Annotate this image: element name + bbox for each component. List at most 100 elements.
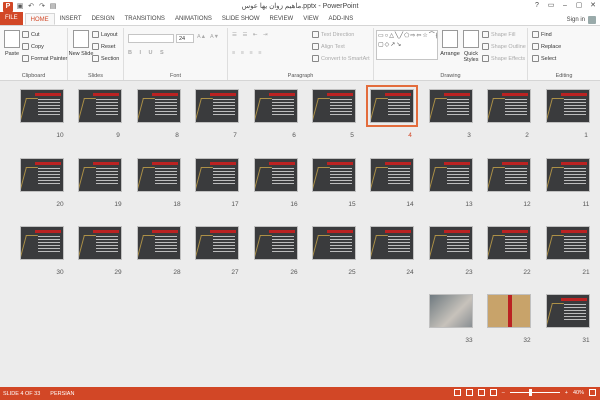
minimize-button[interactable]: –	[558, 0, 572, 12]
select-button[interactable]: Select	[532, 55, 556, 62]
zoom-out-button[interactable]: –	[502, 390, 505, 396]
format-painter-button[interactable]: Format Painter	[22, 55, 67, 62]
font-name-combo[interactable]	[128, 34, 174, 43]
slide-thumbnail-11[interactable]	[546, 158, 590, 192]
slide-thumbnail-12[interactable]	[487, 158, 531, 192]
slide-thumbnail-4[interactable]	[366, 85, 418, 127]
slide-thumbnail-29[interactable]	[78, 226, 122, 260]
slide-thumbnail-17[interactable]	[195, 158, 239, 192]
slide-thumbnail-9[interactable]	[78, 89, 122, 123]
maximize-button[interactable]: ▢	[572, 0, 586, 12]
reading-view-icon[interactable]	[477, 389, 485, 396]
shape-effects-button[interactable]: Shape Effects	[482, 55, 525, 62]
slide-thumbnail-23[interactable]	[429, 226, 473, 260]
slideshow-view-icon[interactable]	[489, 389, 497, 396]
slide-thumbnail-31[interactable]	[546, 294, 590, 328]
copy-button[interactable]: Copy	[22, 43, 44, 50]
slide-thumbnail-18[interactable]	[137, 158, 181, 192]
grow-font-button[interactable]: A▲	[197, 34, 206, 40]
find-button[interactable]: Find	[532, 31, 552, 38]
slide-text-lines	[447, 168, 469, 186]
slide-thumbnail-30[interactable]	[20, 226, 64, 260]
slide-thumbnail-27[interactable]	[195, 226, 239, 260]
slide-thumbnail-33[interactable]	[429, 294, 473, 328]
slide-thumbnail-14[interactable]	[370, 158, 414, 192]
slide-thumbnail-13[interactable]	[429, 158, 473, 192]
new-slide-button[interactable]: New Slide	[69, 30, 93, 57]
slide-thumbnail-5[interactable]	[312, 89, 356, 123]
tab-design[interactable]: DESIGN	[87, 13, 120, 25]
tab-insert[interactable]: INSERT	[55, 13, 87, 25]
reset-button[interactable]: Reset	[92, 43, 115, 50]
slide-thumbnail-21[interactable]	[546, 226, 590, 260]
tab-home[interactable]: HOME	[24, 13, 55, 25]
tab-transitions[interactable]: TRANSITIONS	[120, 13, 170, 25]
undo-icon[interactable]: ↶	[27, 3, 35, 11]
slide-thumbnail-3[interactable]	[429, 89, 473, 123]
zoom-slider-knob[interactable]	[528, 389, 532, 396]
paste-button[interactable]: Paste	[3, 30, 21, 57]
avatar	[588, 16, 596, 24]
slide-thumbnail-1[interactable]	[546, 89, 590, 123]
slide-thumbnail-16[interactable]	[254, 158, 298, 192]
slide-sorter[interactable]: 10 9 8 7 6 5 4 3 2 1 20 19 18 17 16 15 14 13 12 11 30 29 28 27 2…	[0, 81, 600, 387]
slide-thumbnail-19[interactable]	[78, 158, 122, 192]
align-buttons[interactable]: ≡ ≡ ≡ ≡	[232, 50, 263, 56]
tab-slide-show[interactable]: SLIDE SHOW	[217, 13, 265, 25]
start-slideshow-icon[interactable]: ▤	[49, 3, 57, 11]
fit-to-window-icon[interactable]	[589, 389, 596, 396]
layout-button[interactable]: Layout	[92, 31, 118, 38]
slide-thumbnail-20[interactable]	[20, 158, 64, 192]
redo-icon[interactable]: ↷	[38, 3, 46, 11]
slide-title-bar	[508, 295, 512, 327]
slide-sorter-view-icon[interactable]	[465, 389, 473, 396]
slide-thumbnail-10[interactable]	[20, 89, 64, 123]
slide-thumbnail-8[interactable]	[137, 89, 181, 123]
tab-review[interactable]: REVIEW	[265, 13, 299, 25]
align-text-button[interactable]: Align Text	[312, 43, 345, 50]
section-button[interactable]: Section	[92, 55, 119, 62]
close-button[interactable]: ✕	[586, 0, 600, 12]
replace-button[interactable]: Replace	[532, 43, 561, 50]
zoom-level[interactable]: 40%	[573, 390, 584, 396]
slide-thumbnail-24[interactable]	[370, 226, 414, 260]
slide-title-bar	[210, 230, 236, 233]
help-button[interactable]: ?	[530, 0, 544, 12]
cut-button[interactable]: Cut	[22, 31, 40, 38]
ribbon-display-button[interactable]: ▭	[544, 0, 558, 12]
slide-thumbnail-22[interactable]	[487, 226, 531, 260]
slide-decoration	[138, 98, 155, 120]
arrange-button[interactable]: Arrange	[440, 30, 460, 57]
slide-thumbnail-25[interactable]	[312, 226, 356, 260]
slide-thumbnail-28[interactable]	[137, 226, 181, 260]
convert-smartart-button[interactable]: Convert to SmartArt	[312, 55, 370, 62]
slide-thumbnail-7[interactable]	[195, 89, 239, 123]
tab-file[interactable]: FILE	[0, 12, 23, 25]
tab-animations[interactable]: ANIMATIONS	[170, 13, 217, 25]
quick-styles-button[interactable]: Quick Styles	[461, 30, 481, 63]
shape-outline-button[interactable]: Shape Outline	[482, 43, 526, 50]
slide-thumbnail-26[interactable]	[254, 226, 298, 260]
shape-fill-button[interactable]: Shape Fill	[482, 31, 515, 38]
font-size-combo[interactable]: 24	[176, 34, 194, 43]
tab-view[interactable]: VIEW	[298, 13, 323, 25]
shrink-font-button[interactable]: A▼	[210, 34, 219, 40]
sign-in[interactable]: Sign in	[567, 16, 596, 24]
slide-title-bar	[385, 93, 411, 96]
zoom-slider[interactable]	[509, 389, 560, 396]
tab-add-ins[interactable]: ADD-INS	[324, 13, 359, 25]
list-buttons[interactable]: ☰ ☰ ⇤ ⇥	[232, 32, 270, 38]
language-indicator[interactable]: PERSIAN	[50, 391, 74, 397]
slide-thumbnail-2[interactable]	[487, 89, 531, 123]
slide-thumbnail-6[interactable]	[254, 89, 298, 123]
font-format-buttons[interactable]: B I U S	[128, 50, 167, 56]
normal-view-icon[interactable]	[453, 389, 461, 396]
save-icon[interactable]: ▣	[16, 3, 24, 11]
zoom-in-button[interactable]: +	[565, 390, 568, 396]
text-direction-button[interactable]: Text Direction	[312, 31, 354, 38]
slide-title-bar	[385, 230, 411, 233]
slide-thumbnail-15[interactable]	[312, 158, 356, 192]
slide-number-14: 14	[406, 201, 414, 208]
shapes-gallery[interactable]: ▭○△╲╱⬠⇨⇦☆⌒{}▢◇↗↘	[376, 30, 438, 60]
slide-thumbnail-32[interactable]	[487, 294, 531, 328]
